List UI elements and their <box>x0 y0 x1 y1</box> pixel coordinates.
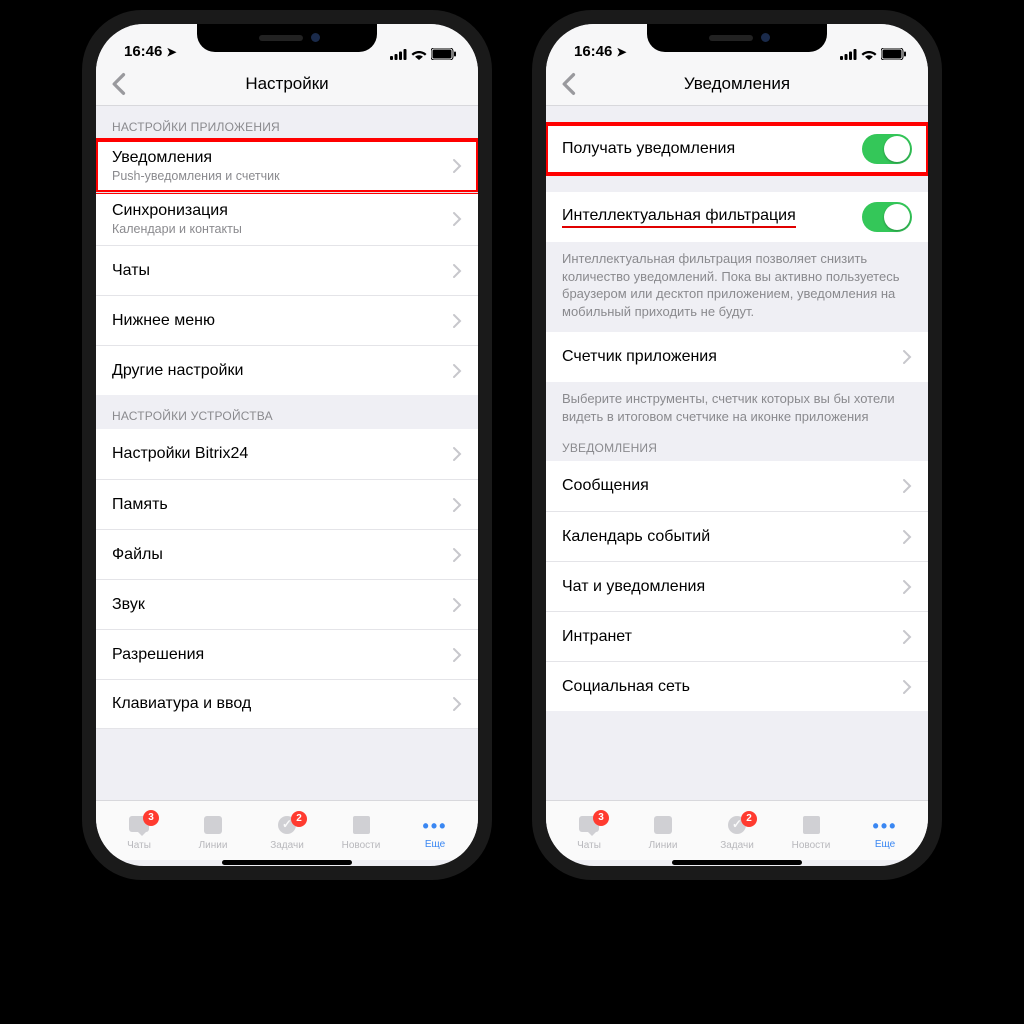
row-messages[interactable]: Сообщения <box>546 461 928 511</box>
news-icon <box>798 816 824 838</box>
back-button[interactable] <box>106 70 134 98</box>
lines-icon <box>650 816 676 838</box>
status-indicators <box>840 48 906 60</box>
screen: 16:46 ➤ Уведомления Получать уведомления <box>546 24 928 866</box>
battery-icon <box>431 48 456 60</box>
row-notifications[interactable]: Уведомления Push-уведомления и счетчик <box>96 140 478 192</box>
tab-chats[interactable]: 3Чаты <box>102 814 176 851</box>
navbar: Уведомления <box>546 62 928 106</box>
chevron-right-icon <box>902 579 912 595</box>
wifi-icon <box>411 49 427 60</box>
row-receive-notifications[interactable]: Получать уведомления <box>546 124 928 174</box>
page-title: Настройки <box>245 74 328 94</box>
section-header-device: НАСТРОЙКИ УСТРОЙСТВА <box>96 395 478 429</box>
smart-filter-description: Интеллектуальная фильтрация позволяет сн… <box>546 242 928 332</box>
home-indicator[interactable] <box>222 860 352 865</box>
row-bottom-menu[interactable]: Нижнее меню <box>96 295 478 345</box>
chevron-right-icon <box>902 629 912 645</box>
row-permissions[interactable]: Разрешения <box>96 629 478 679</box>
section-header-app: НАСТРОЙКИ ПРИЛОЖЕНИЯ <box>96 106 478 140</box>
row-files[interactable]: Файлы <box>96 529 478 579</box>
row-chat-notifications[interactable]: Чат и уведомления <box>546 561 928 611</box>
lines-icon <box>200 816 226 838</box>
notch <box>647 24 827 52</box>
chevron-right-icon <box>452 211 462 227</box>
chevron-right-icon <box>452 263 462 279</box>
tab-lines[interactable]: Линии <box>626 815 700 851</box>
row-social-network[interactable]: Социальная сеть <box>546 661 928 711</box>
row-sync[interactable]: Синхронизация Календари и контакты <box>96 192 478 245</box>
signal-icon <box>840 49 857 60</box>
notifications-list[interactable]: Получать уведомления Интеллектуальная фи… <box>546 106 928 800</box>
chevron-right-icon <box>452 363 462 379</box>
row-keyboard[interactable]: Клавиатура и ввод <box>96 679 478 729</box>
tab-news[interactable]: Новости <box>324 815 398 851</box>
chevron-right-icon <box>452 696 462 712</box>
row-calendar-events[interactable]: Календарь событий <box>546 511 928 561</box>
tab-chats[interactable]: 3Чаты <box>552 814 626 851</box>
row-sound[interactable]: Звук <box>96 579 478 629</box>
back-button[interactable] <box>556 70 584 98</box>
tab-bar: 3Чаты Линии 2Задачи Новости •••Еще <box>546 800 928 860</box>
toggle-smart-filter[interactable] <box>862 202 912 232</box>
row-chats[interactable]: Чаты <box>96 245 478 295</box>
chevron-right-icon <box>902 679 912 695</box>
chevron-right-icon <box>452 497 462 513</box>
screen: 16:46 ➤ Настройки НАСТРОЙКИ ПРИЛОЖЕНИЯ У… <box>96 24 478 866</box>
tab-more[interactable]: •••Еще <box>398 815 472 850</box>
tab-more[interactable]: •••Еще <box>848 815 922 850</box>
chevron-right-icon <box>902 529 912 545</box>
row-intranet[interactable]: Интранет <box>546 611 928 661</box>
chevron-right-icon <box>452 313 462 329</box>
phone-left: 16:46 ➤ Настройки НАСТРОЙКИ ПРИЛОЖЕНИЯ У… <box>82 10 492 880</box>
tab-tasks[interactable]: 2Задачи <box>700 815 774 851</box>
tab-bar: 3Чаты Линии 2Задачи Новости •••Еще <box>96 800 478 860</box>
page-title: Уведомления <box>684 74 790 94</box>
chevron-right-icon <box>902 478 912 494</box>
row-memory[interactable]: Память <box>96 479 478 529</box>
counter-description: Выберите инструменты, счетчик которых вы… <box>546 382 928 437</box>
settings-list[interactable]: НАСТРОЙКИ ПРИЛОЖЕНИЯ Уведомления Push-ув… <box>96 106 478 800</box>
status-indicators <box>390 48 456 60</box>
row-app-counter[interactable]: Счетчик приложения <box>546 332 928 382</box>
battery-icon <box>881 48 906 60</box>
section-header-notifications: УВЕДОМЛЕНИЯ <box>546 437 928 461</box>
chevron-right-icon <box>452 547 462 563</box>
chevron-right-icon <box>452 158 462 174</box>
tab-lines[interactable]: Линии <box>176 815 250 851</box>
status-time: 16:46 ➤ <box>574 43 627 60</box>
row-other-settings[interactable]: Другие настройки <box>96 345 478 395</box>
toggle-receive[interactable] <box>862 134 912 164</box>
chevron-right-icon <box>902 349 912 365</box>
home-indicator[interactable] <box>672 860 802 865</box>
notch <box>197 24 377 52</box>
signal-icon <box>390 49 407 60</box>
chevron-right-icon <box>452 446 462 462</box>
more-icon: ••• <box>872 815 898 837</box>
status-time: 16:46 ➤ <box>124 43 177 60</box>
tab-news[interactable]: Новости <box>774 815 848 851</box>
row-smart-filter[interactable]: Интеллектуальная фильтрация <box>546 192 928 242</box>
chevron-right-icon <box>452 647 462 663</box>
navbar: Настройки <box>96 62 478 106</box>
tab-tasks[interactable]: 2Задачи <box>250 815 324 851</box>
phone-right: 16:46 ➤ Уведомления Получать уведомления <box>532 10 942 880</box>
news-icon <box>348 816 374 838</box>
row-bitrix24[interactable]: Настройки Bitrix24 <box>96 429 478 479</box>
more-icon: ••• <box>422 815 448 837</box>
chevron-right-icon <box>452 597 462 613</box>
wifi-icon <box>861 49 877 60</box>
